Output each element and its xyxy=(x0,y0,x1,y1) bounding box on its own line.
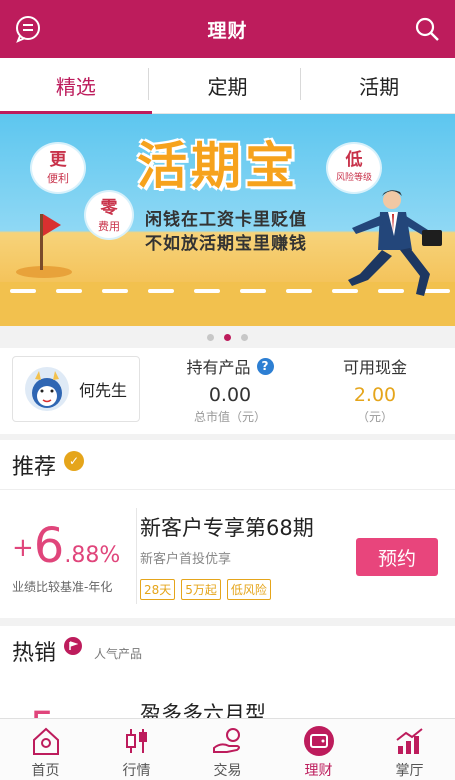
holdings-label: 持有产品 xyxy=(186,358,251,377)
banner-slogan-line: 闲钱在工资卡里贬值 xyxy=(145,210,307,230)
holdings-label-row: 持有产品 ? xyxy=(160,354,300,378)
wallet-icon xyxy=(302,725,336,757)
cloud-badge-small: 便利 xyxy=(47,172,69,185)
nav-label: 首页 xyxy=(31,763,60,779)
cash-label-row: 可用现金 xyxy=(305,354,445,378)
nav-hall[interactable]: 掌厅 xyxy=(364,719,455,780)
user-name: 何先生 xyxy=(79,381,128,400)
cash-stat[interactable]: 可用现金 2.00 （元） xyxy=(305,354,445,425)
message-button[interactable] xyxy=(12,13,44,45)
product-tag: 低风险 xyxy=(226,579,271,600)
flag-icon xyxy=(43,214,61,236)
recommend-header: 推荐 ✓ xyxy=(0,440,455,490)
recommended-product-card[interactable]: +6.88% 业绩比较基准-年化 新客户专享第68期 新客户首投优享 28天 5… xyxy=(0,490,455,618)
rate-integer: 6 xyxy=(33,518,65,574)
product-name: 新客户专享第68期 xyxy=(140,516,314,540)
trade-icon xyxy=(211,725,245,757)
cloud-badge-small: 风险等级 xyxy=(335,173,372,183)
holdings-stat[interactable]: 持有产品 ? 0.00 总市值（元） xyxy=(160,354,300,425)
help-icon[interactable]: ? xyxy=(256,357,274,375)
nav-label: 行情 xyxy=(122,763,151,779)
tab-fixed[interactable]: 定期 xyxy=(152,58,304,113)
product-tag: 28天 xyxy=(140,579,176,600)
road-dash xyxy=(194,289,220,293)
road-dash xyxy=(240,289,266,293)
search-button[interactable] xyxy=(411,13,443,45)
account-summary: 何先生 持有产品 ? 0.00 总市值（元） 可用现金 2.00 （元） xyxy=(0,348,455,434)
road-dash xyxy=(102,289,128,293)
nav-label: 掌厅 xyxy=(395,763,424,779)
hot-title: 热销 xyxy=(12,641,57,666)
rate-decimal: .88% xyxy=(64,543,121,568)
cloud-badge-big: 零 xyxy=(100,198,118,218)
hot-subtitle: 人气产品 xyxy=(94,646,143,661)
chart-icon xyxy=(393,725,427,757)
app-root: 理财 精选 定期 活期 更 便利 零 费用 低 风险等级 活期宝 闲钱在工资卡里… xyxy=(0,0,455,780)
check-badge-icon: ✓ xyxy=(64,450,85,471)
market-icon xyxy=(120,725,154,757)
cash-label: 可用现金 xyxy=(342,358,407,377)
tab-current-label: 活期 xyxy=(359,75,400,99)
tab-featured-label: 精选 xyxy=(55,75,96,99)
avatar xyxy=(25,367,69,411)
product-rate: +6.88% xyxy=(12,518,120,574)
page-title: 理财 xyxy=(207,19,248,42)
nav-home[interactable]: 首页 xyxy=(0,719,91,780)
road-dash xyxy=(148,289,174,293)
cash-value: 2.00 xyxy=(353,384,397,406)
product-tags: 28天 5万起 低风险 xyxy=(140,579,271,600)
holdings-sub: 总市值（元） xyxy=(193,410,266,424)
pagination-dot-active[interactable] xyxy=(224,333,231,341)
product-subtitle: 新客户首投优享 xyxy=(140,552,232,567)
divider xyxy=(136,508,137,604)
banner-title: 活期宝 xyxy=(137,137,299,195)
flag-mound xyxy=(16,266,72,278)
nav-label: 交易 xyxy=(213,763,242,779)
banner-slogan: 闲钱在工资卡里贬值 不如放活期宝里赚钱 xyxy=(145,208,307,256)
chat-bubble-icon xyxy=(16,16,40,43)
banner-pagination xyxy=(0,326,455,348)
product-tag: 5万起 xyxy=(181,579,221,600)
tab-divider xyxy=(300,68,301,100)
rate-label: 业绩比较基准-年化 xyxy=(12,580,113,594)
nav-market[interactable]: 行情 xyxy=(91,719,182,780)
road-dash xyxy=(10,289,36,293)
road-dash xyxy=(56,289,82,293)
banner-slogan-line: 不如放活期宝里赚钱 xyxy=(145,234,307,254)
hot-header: 热销 人气产品 xyxy=(0,626,455,676)
top-bar: 理财 xyxy=(0,0,455,58)
holdings-value: 0.00 xyxy=(208,384,252,406)
search-icon xyxy=(415,17,439,41)
flag-badge-icon xyxy=(64,637,83,655)
tab-featured[interactable]: 精选 xyxy=(0,58,152,114)
user-card[interactable]: 何先生 xyxy=(12,356,140,422)
nav-label: 理财 xyxy=(304,763,333,779)
rate-plus: + xyxy=(12,533,34,563)
nav-trade[interactable]: 交易 xyxy=(182,719,273,780)
cloud-badge-zero-fee: 零 费用 xyxy=(86,192,132,238)
promo-banner[interactable]: 更 便利 零 费用 低 风险等级 活期宝 闲钱在工资卡里贬值 不如放活期宝里赚钱 xyxy=(0,114,455,326)
dragon-mascot-icon xyxy=(32,371,62,408)
tab-bar: 精选 定期 活期 xyxy=(0,58,455,114)
flag-pole xyxy=(40,214,43,270)
pagination-dot[interactable] xyxy=(241,333,248,341)
tab-current[interactable]: 活期 xyxy=(303,58,455,113)
running-businessman-illustration xyxy=(348,190,442,296)
cash-sub: （元） xyxy=(356,410,393,424)
tab-fixed-label: 定期 xyxy=(207,75,248,99)
flag-glyph-icon xyxy=(69,641,79,650)
cloud-badge-big: 更 xyxy=(49,150,67,170)
recommend-title: 推荐 xyxy=(12,454,57,480)
cloud-badge-big: 低 xyxy=(345,150,363,170)
road-dash xyxy=(286,289,312,293)
pagination-dot[interactable] xyxy=(207,333,214,341)
reserve-button[interactable]: 预约 xyxy=(356,538,438,576)
bottom-nav: 首页 行情 交易 理财 掌厅 xyxy=(0,718,455,780)
tab-divider xyxy=(148,68,149,100)
home-icon xyxy=(29,725,63,757)
nav-wealth[interactable]: 理财 xyxy=(273,719,364,780)
cloud-badge-small: 费用 xyxy=(98,220,120,233)
cloud-badge-convenient: 更 便利 xyxy=(32,144,84,192)
